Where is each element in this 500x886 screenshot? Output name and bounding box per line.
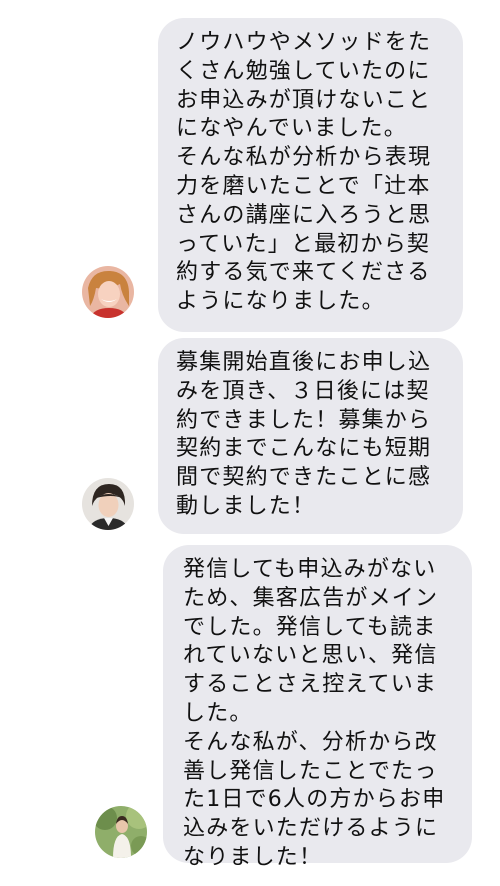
message-bubble: ノウハウやメソッドをたくさん勉強していたのにお申込みが頂けないことになやんでいま… [158, 18, 463, 332]
message-bubble: 募集開始直後にお申し込みを頂き、３日後には契約できました！募集から契約までこんな… [158, 338, 463, 534]
user-avatar-icon[interactable] [82, 266, 134, 318]
user-avatar-icon[interactable] [95, 806, 147, 858]
message-bubble: 発信しても申込みがないため、集客広告がメインでした。発信しても読まれていないと思… [163, 545, 472, 870]
user-avatar-icon[interactable] [82, 478, 134, 530]
